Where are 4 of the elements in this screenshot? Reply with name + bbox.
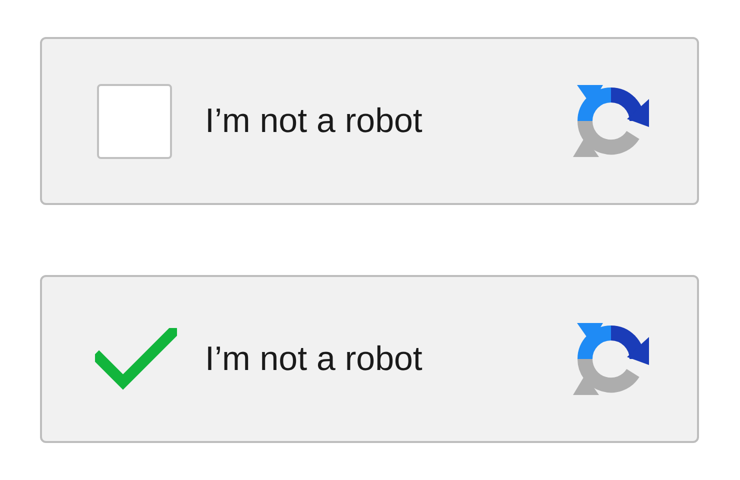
checkbox[interactable] <box>97 84 172 158</box>
checkbox-label: I’m not a robot <box>205 100 422 142</box>
checkmark-icon[interactable] <box>95 328 177 390</box>
checkbox-label: I’m not a robot <box>205 338 422 380</box>
